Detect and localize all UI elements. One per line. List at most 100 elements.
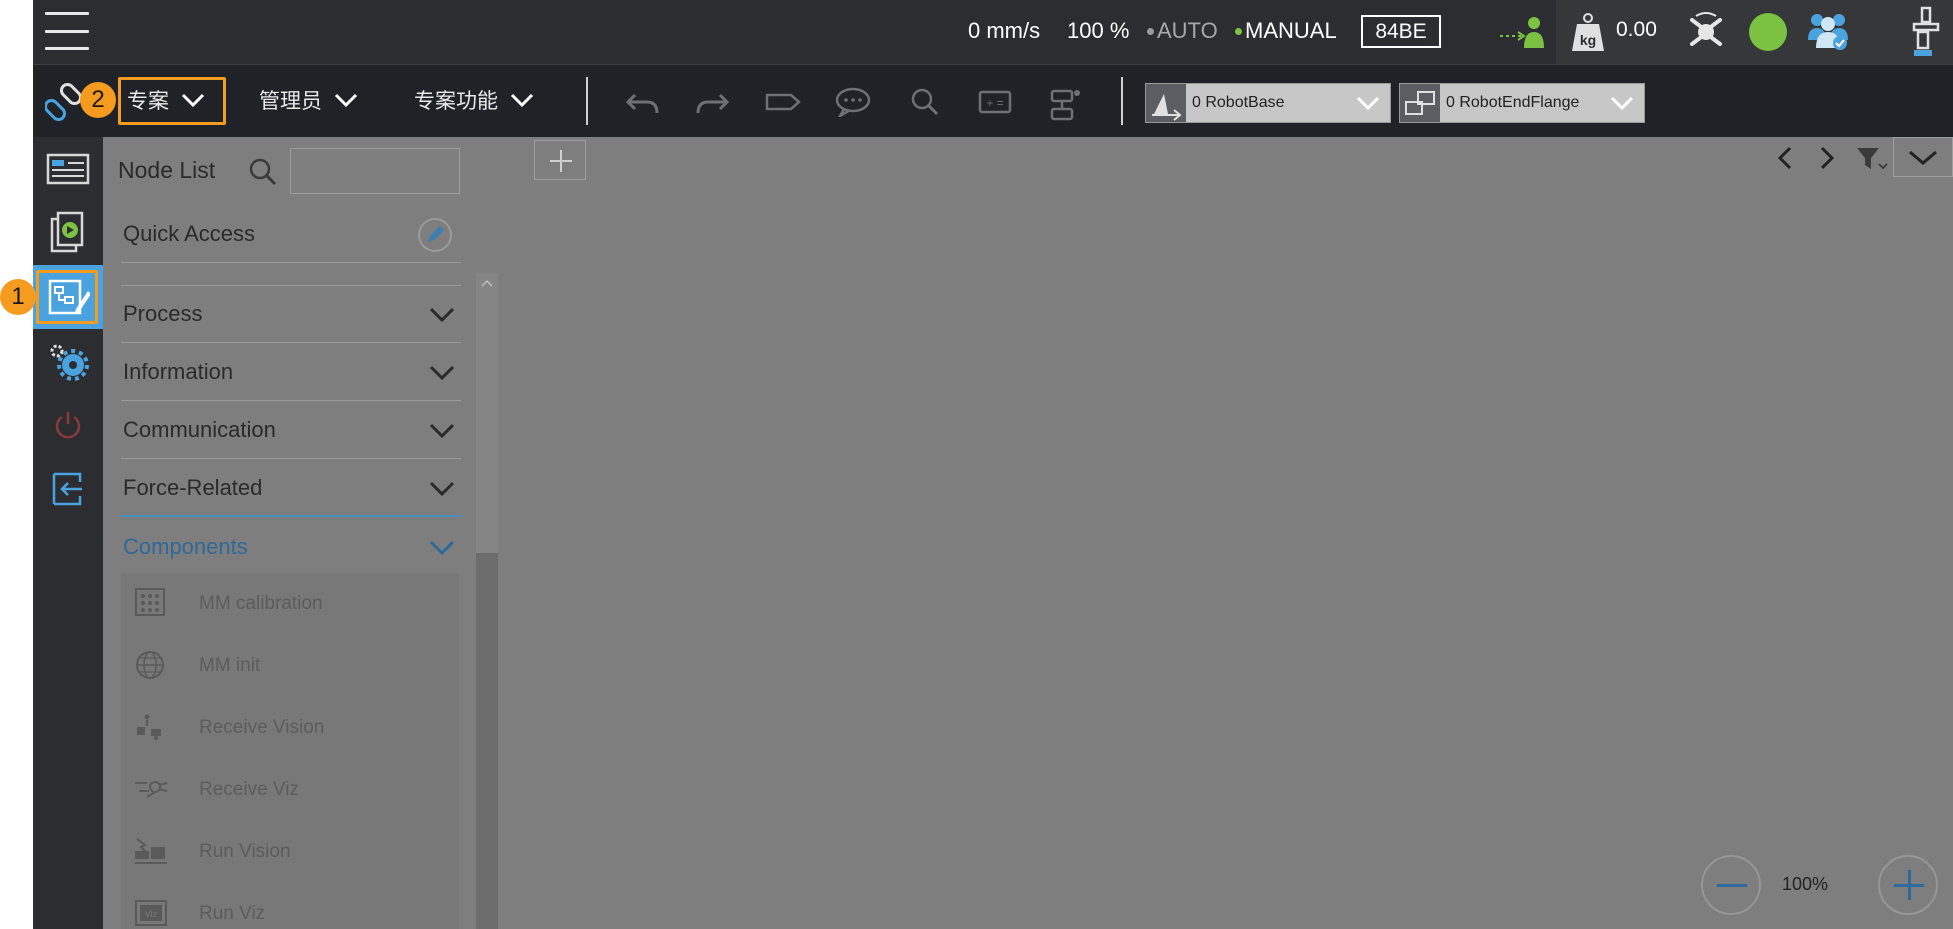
section-divider xyxy=(121,285,461,286)
run-program-icon xyxy=(50,211,84,253)
dashboard-icon xyxy=(46,153,90,185)
component-label: Receive Viz xyxy=(199,779,299,800)
main-toolbar: 专案 管理员 专案功能 + = 0 RobotBase 0 RobotEndFl… xyxy=(33,64,1953,137)
receive-vision-icon xyxy=(137,714,161,740)
category-communication[interactable]: Communication xyxy=(121,403,461,459)
zoom-out-button[interactable] xyxy=(1701,855,1761,915)
comment-icon[interactable] xyxy=(834,87,871,120)
chevron-down-icon xyxy=(1610,96,1634,110)
category-components-label: Components xyxy=(123,534,248,559)
category-components[interactable]: Components xyxy=(121,520,461,576)
run-viz-icon: Viz xyxy=(135,900,167,926)
auto-mode-label[interactable]: AUTO xyxy=(1157,18,1218,44)
canvas-collapse-button[interactable] xyxy=(1893,137,1953,177)
hamburger-menu-icon[interactable] xyxy=(45,10,89,52)
tool-frame-value: 0 RobotEndFlange xyxy=(1446,94,1580,111)
tool-frame-select[interactable]: 0 RobotEndFlange xyxy=(1399,83,1645,123)
io-icon[interactable] xyxy=(1046,87,1082,121)
edit-pencil-icon[interactable] xyxy=(417,217,453,253)
payload-weight-icon[interactable]: kg xyxy=(1571,12,1605,52)
nav-dashboard[interactable] xyxy=(33,137,103,201)
add-node-button[interactable] xyxy=(534,140,586,180)
base-frame-icon xyxy=(1146,84,1186,122)
auto-mode-dot xyxy=(1147,28,1154,35)
zoom-level: 100% xyxy=(1782,874,1829,894)
component-receive-viz[interactable]: Receive Viz xyxy=(121,759,459,821)
nav-logout[interactable] xyxy=(33,457,103,521)
quick-access-label: Quick Access xyxy=(123,221,256,246)
component-mm-init[interactable]: MM init xyxy=(121,635,459,697)
robot-status-indicator[interactable] xyxy=(1749,13,1787,51)
category-information-label: Information xyxy=(123,359,234,384)
globe-icon xyxy=(136,651,164,679)
search-icon[interactable] xyxy=(248,157,278,187)
scroll-up-icon[interactable] xyxy=(481,279,493,287)
zoom-in-button[interactable] xyxy=(1878,855,1938,915)
search-icon[interactable] xyxy=(907,87,943,117)
nav-run-program[interactable] xyxy=(33,201,103,265)
base-frame-select[interactable]: 0 RobotBase xyxy=(1145,83,1391,123)
node-list-scrollbar[interactable] xyxy=(476,273,498,929)
quick-access-header[interactable]: Quick Access xyxy=(121,205,461,263)
receive-viz-icon xyxy=(135,781,168,798)
robot-programming-app: 0 mm/s 100 % AUTO MANUAL 84BE kg 0.00 专案… xyxy=(33,0,1953,929)
menu-project-functions-label: 专案功能 xyxy=(414,90,498,113)
undo-icon[interactable] xyxy=(625,87,661,117)
redo-icon[interactable] xyxy=(694,87,730,117)
node-search-input[interactable] xyxy=(290,148,460,194)
node-list-title: Node List xyxy=(118,157,216,183)
status-bar: 0 mm/s 100 % AUTO MANUAL 84BE kg 0.00 xyxy=(33,0,1953,64)
component-run-viz[interactable]: Viz Run Viz xyxy=(121,883,459,929)
step-badge-1: 1 xyxy=(0,279,36,315)
variable-icon[interactable]: + = xyxy=(977,87,1013,117)
component-label: MM init xyxy=(199,655,261,676)
menu-admin[interactable]: 管理员 xyxy=(259,85,358,115)
robot-arm-icon[interactable] xyxy=(1908,6,1944,58)
component-label: Receive Vision xyxy=(199,717,325,738)
chevron-down-icon xyxy=(429,365,455,381)
tool-frame-icon xyxy=(1400,84,1440,122)
chevron-down-icon xyxy=(429,307,455,323)
users-icon[interactable] xyxy=(1806,10,1850,52)
tag-icon[interactable] xyxy=(765,87,801,117)
program-canvas[interactable]: 100% xyxy=(503,137,1953,929)
settings-gears-icon xyxy=(50,344,89,381)
run-vision-icon xyxy=(135,838,167,864)
component-mm-calibration[interactable]: MM calibration xyxy=(121,573,459,635)
svg-text:Viz: Viz xyxy=(145,909,158,919)
freedrive-icon[interactable] xyxy=(1686,12,1726,52)
category-force-related[interactable]: Force-Related xyxy=(121,461,461,517)
chevron-right-icon[interactable] xyxy=(1818,145,1836,171)
manual-mode-label[interactable]: MANUAL xyxy=(1245,18,1337,44)
component-run-vision[interactable]: Run Vision xyxy=(121,821,459,883)
speed-readout: 0 mm/s xyxy=(968,18,1041,43)
filter-icon[interactable] xyxy=(1855,145,1889,173)
component-receive-vision[interactable]: Receive Vision xyxy=(121,697,459,759)
toolbar-divider xyxy=(586,77,588,125)
component-label: Run Vision xyxy=(199,841,291,862)
plus-icon xyxy=(550,150,572,172)
speed-override-readout: 100 % xyxy=(1067,18,1130,43)
category-information[interactable]: Information xyxy=(121,345,461,401)
svg-text:+ =: + = xyxy=(986,96,1003,110)
chevron-down-icon xyxy=(334,93,358,107)
nav-settings[interactable] xyxy=(33,329,103,393)
calibration-grid-icon xyxy=(135,588,165,616)
chevron-left-icon[interactable] xyxy=(1776,145,1794,171)
chevron-down-icon xyxy=(1909,150,1937,165)
step-badge-2: 2 xyxy=(80,82,116,118)
operator-presence-icon[interactable] xyxy=(1498,14,1546,50)
left-nav-rail xyxy=(33,137,103,929)
menu-project-functions[interactable]: 专案功能 xyxy=(414,85,534,115)
category-process-label: Process xyxy=(123,301,203,326)
menu-admin-label: 管理员 xyxy=(259,90,322,113)
chevron-down-icon xyxy=(429,423,455,439)
robot-id-badge: 84BE xyxy=(1361,15,1441,48)
scrollbar-thumb[interactable] xyxy=(476,553,498,929)
logout-icon xyxy=(52,472,82,506)
category-communication-label: Communication xyxy=(123,417,276,442)
nav-power[interactable] xyxy=(33,393,103,457)
node-list-panel: Node List Quick Access Process Informati… xyxy=(103,137,503,929)
category-process[interactable]: Process xyxy=(121,287,461,343)
category-force-related-label: Force-Related xyxy=(123,475,263,500)
